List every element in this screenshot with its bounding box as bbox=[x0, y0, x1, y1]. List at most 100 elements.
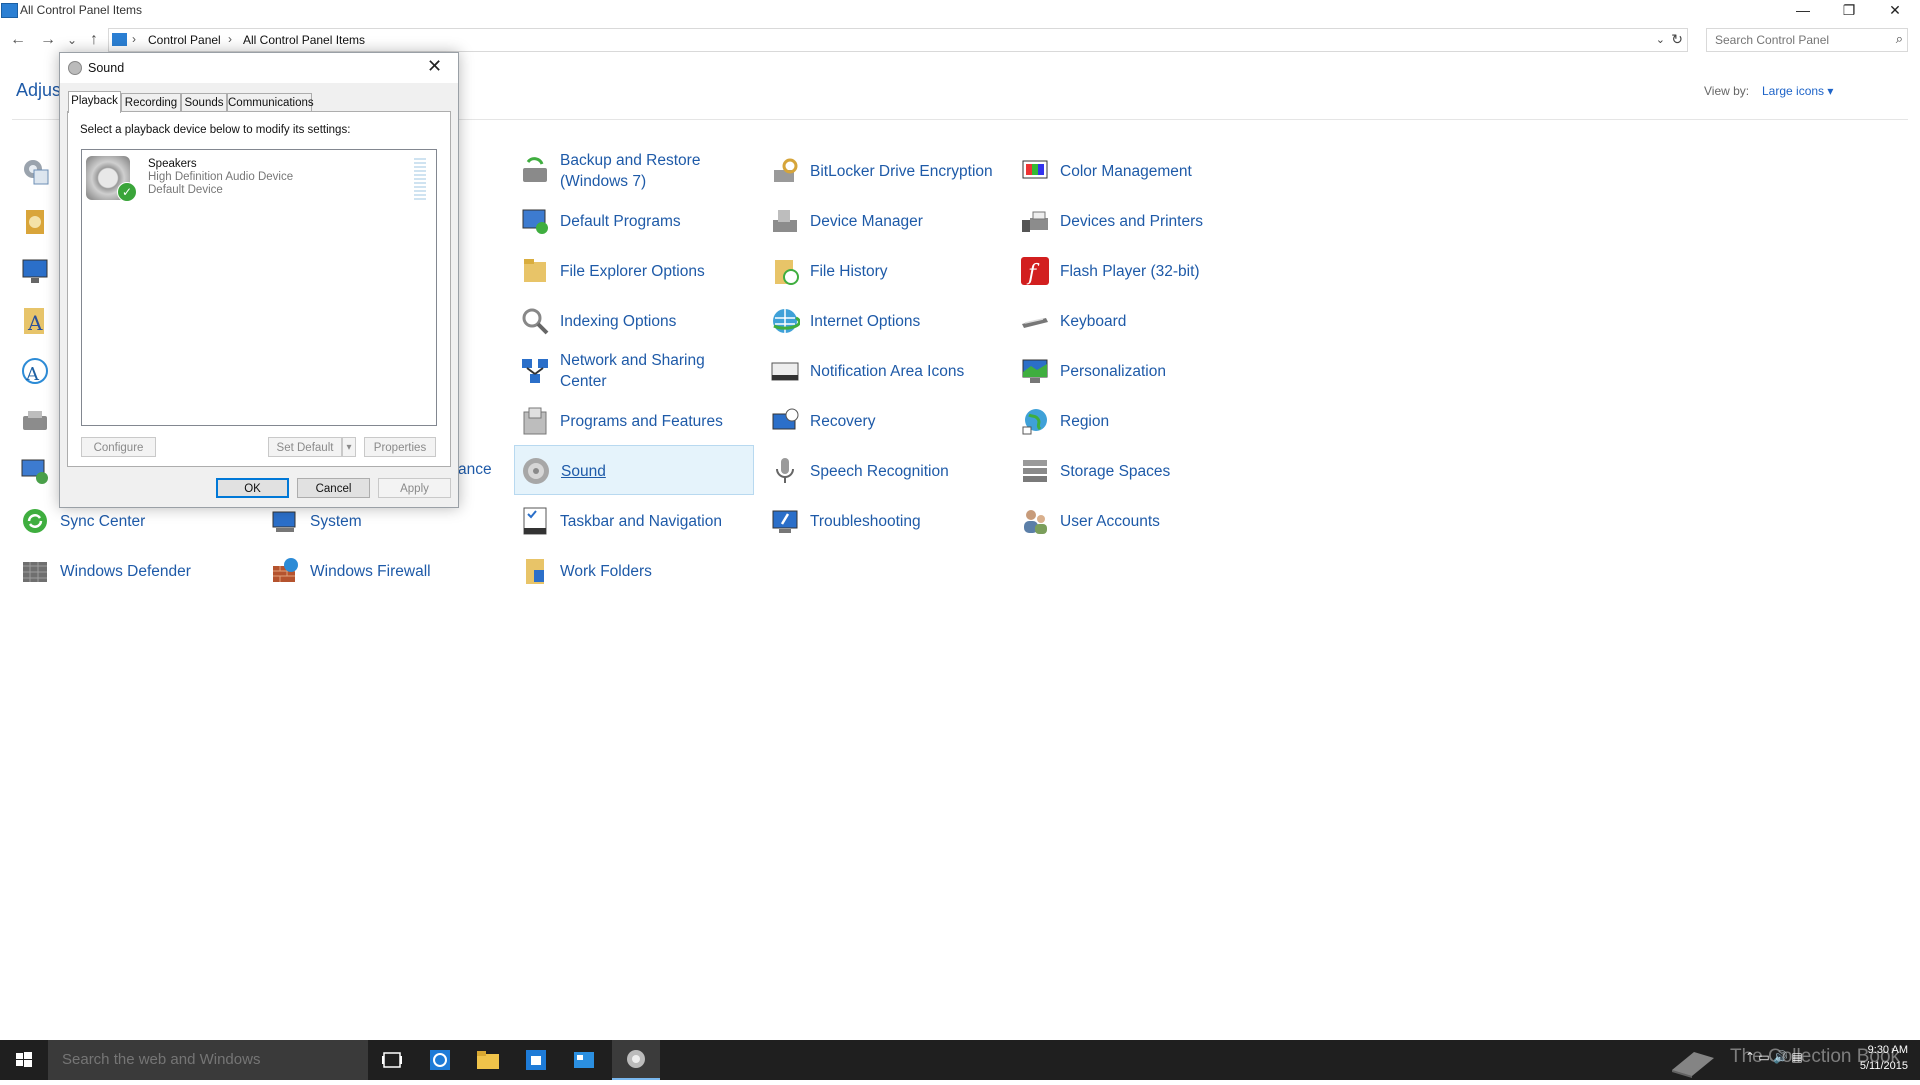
svg-text:A: A bbox=[27, 311, 43, 335]
item-default-programs[interactable]: Default Programs bbox=[514, 198, 754, 244]
recent-locations-icon[interactable]: ⌄ bbox=[62, 30, 82, 50]
search-box[interactable]: ⌕ bbox=[1706, 28, 1908, 52]
fonts-icon: A bbox=[19, 305, 51, 337]
sound-dialog: Sound ✕ Playback Recording Sounds Commun… bbox=[59, 52, 459, 508]
item-label: Windows Defender bbox=[60, 562, 191, 580]
breadcrumb-separator[interactable]: › bbox=[228, 32, 232, 46]
item-devices-printers[interactable]: Devices and Printers bbox=[1014, 198, 1254, 244]
device-status: Default Device bbox=[148, 184, 223, 196]
device-name: Speakers bbox=[148, 158, 197, 170]
forward-arrow-icon[interactable]: → bbox=[38, 30, 58, 50]
item-programs-features[interactable]: Programs and Features bbox=[514, 398, 754, 444]
item-label: Region bbox=[1060, 412, 1110, 430]
item-sound[interactable]: Sound bbox=[514, 445, 754, 495]
file-explorer-icon[interactable] bbox=[464, 1040, 512, 1080]
tab-recording[interactable]: Recording bbox=[121, 93, 181, 112]
view-by-dropdown[interactable]: Large icons ▾ bbox=[1762, 84, 1833, 98]
dialog-close-icon[interactable]: ✕ bbox=[427, 56, 442, 77]
restore-button[interactable]: ❐ bbox=[1826, 0, 1872, 22]
storage-spaces-icon bbox=[1019, 455, 1051, 487]
browser-icon[interactable] bbox=[416, 1040, 464, 1080]
clock-date[interactable]: 5/11/2015 bbox=[1856, 1060, 1908, 1072]
item-label: Windows Firewall bbox=[310, 562, 431, 580]
item-file-explorer-options[interactable]: File Explorer Options bbox=[514, 248, 754, 294]
item-taskbar-navigation[interactable]: Taskbar and Navigation bbox=[514, 498, 754, 544]
phone-modem-icon bbox=[19, 405, 51, 437]
clock-time[interactable]: 9:30 AM bbox=[1856, 1044, 1908, 1056]
up-arrow-icon[interactable]: ↑ bbox=[84, 30, 104, 50]
item-file-history[interactable]: File History bbox=[764, 248, 1004, 294]
taskbar: The Collection Book ⌃ ▭ 🔊 ▤ 9:30 AM 5/11… bbox=[0, 1040, 1920, 1080]
search-icon[interactable]: ⌕ bbox=[1896, 31, 1903, 47]
back-arrow-icon[interactable]: ← bbox=[8, 30, 28, 50]
item-label: Internet Options bbox=[810, 312, 921, 330]
cancel-button[interactable]: Cancel bbox=[297, 478, 370, 498]
item-keyboard[interactable]: Keyboard bbox=[1014, 298, 1254, 344]
ok-button[interactable]: OK bbox=[216, 478, 289, 498]
apply-button[interactable]: Apply bbox=[378, 478, 451, 498]
item-color-management[interactable]: Color Management bbox=[1014, 148, 1254, 194]
taskbar-search[interactable] bbox=[48, 1040, 368, 1080]
item-label: User Accounts bbox=[1060, 512, 1160, 530]
breadcrumb-all-items[interactable]: All Control Panel Items bbox=[243, 33, 365, 47]
network-sharing-icon bbox=[519, 355, 551, 387]
set-default-button[interactable]: Set Default bbox=[268, 437, 342, 457]
search-input[interactable] bbox=[1713, 32, 1877, 48]
minimize-button[interactable]: — bbox=[1780, 0, 1826, 22]
item-speech-recognition[interactable]: Speech Recognition bbox=[764, 448, 1004, 494]
autoplay-icon bbox=[19, 205, 51, 237]
item-backup-restore[interactable]: Backup and Restore (Windows 7) bbox=[514, 148, 754, 194]
playback-panel: Select a playback device below to modify… bbox=[67, 111, 451, 467]
item-windows-defender[interactable]: Windows Defender bbox=[14, 548, 254, 594]
system-tray[interactable]: ⌃ ▭ 🔊 ▤ bbox=[1745, 1050, 1845, 1070]
item-label: Storage Spaces bbox=[1060, 462, 1171, 480]
default-programs-icon bbox=[519, 205, 551, 237]
close-button[interactable]: ✕ bbox=[1872, 0, 1918, 22]
item-region[interactable]: Region bbox=[1014, 398, 1254, 444]
programs-features-icon bbox=[519, 405, 551, 437]
item-user-accounts[interactable]: User Accounts bbox=[1014, 498, 1254, 544]
item-work-folders[interactable]: Work Folders bbox=[514, 548, 754, 594]
store-icon[interactable] bbox=[512, 1040, 560, 1080]
item-personalization[interactable]: Personalization bbox=[1014, 348, 1254, 394]
set-default-dropdown-icon[interactable]: ▾ bbox=[342, 437, 356, 457]
navigation-bar: ← → ⌄ ↑ › Control Panel › All Control Pa… bbox=[0, 26, 1920, 54]
item-storage-spaces[interactable]: Storage Spaces bbox=[1014, 448, 1254, 494]
device-list[interactable]: ✓ Speakers High Definition Audio Device … bbox=[81, 149, 437, 426]
item-bitlocker[interactable]: BitLocker Drive Encryption bbox=[764, 148, 1004, 194]
tab-playback[interactable]: Playback bbox=[68, 91, 121, 113]
control-panel-taskbar-icon[interactable] bbox=[560, 1040, 608, 1080]
region-icon bbox=[1019, 405, 1051, 437]
item-windows-firewall[interactable]: Windows Firewall bbox=[264, 548, 504, 594]
properties-button[interactable]: Properties bbox=[364, 437, 436, 457]
item-internet-options[interactable]: Internet Options bbox=[764, 298, 1004, 344]
flash-player-icon: f bbox=[1019, 255, 1051, 287]
item-notification-area[interactable]: Notification Area Icons bbox=[764, 348, 1004, 394]
item-label: Personalization bbox=[1060, 362, 1166, 380]
sound-taskbar-icon[interactable] bbox=[612, 1040, 660, 1080]
configure-button[interactable]: Configure bbox=[81, 437, 156, 457]
item-label: File History bbox=[810, 262, 888, 280]
item-recovery[interactable]: Recovery bbox=[764, 398, 1004, 444]
refresh-icon[interactable]: ↻ bbox=[1671, 31, 1683, 48]
dialog-title-bar: Sound ✕ bbox=[60, 53, 458, 83]
start-button[interactable] bbox=[0, 1040, 48, 1080]
breadcrumb-separator[interactable]: › bbox=[132, 32, 136, 46]
item-network-sharing[interactable]: Network and Sharing Center bbox=[514, 348, 754, 394]
item-label: Troubleshooting bbox=[810, 512, 921, 530]
tab-communications[interactable]: Communications bbox=[227, 93, 314, 112]
item-partial-label[interactable]: ance bbox=[458, 461, 492, 479]
item-label: File Explorer Options bbox=[560, 262, 705, 280]
item-device-manager[interactable]: Device Manager bbox=[764, 198, 1004, 244]
device-speakers[interactable]: ✓ Speakers High Definition Audio Device … bbox=[84, 152, 426, 206]
taskbar-search-input[interactable] bbox=[60, 1050, 354, 1069]
address-bar[interactable]: › Control Panel › All Control Panel Item… bbox=[108, 28, 1688, 52]
task-view-icon[interactable] bbox=[368, 1040, 416, 1080]
item-indexing-options[interactable]: Indexing Options bbox=[514, 298, 754, 344]
item-flash-player[interactable]: f Flash Player (32-bit) bbox=[1014, 248, 1254, 294]
tab-sounds[interactable]: Sounds bbox=[181, 93, 227, 112]
breadcrumb-control-panel[interactable]: Control Panel bbox=[148, 33, 221, 47]
address-dropdown-icon[interactable]: ⌄ bbox=[1656, 33, 1665, 46]
item-troubleshooting[interactable]: Troubleshooting bbox=[764, 498, 1004, 544]
control-panel-icon bbox=[1, 3, 18, 18]
